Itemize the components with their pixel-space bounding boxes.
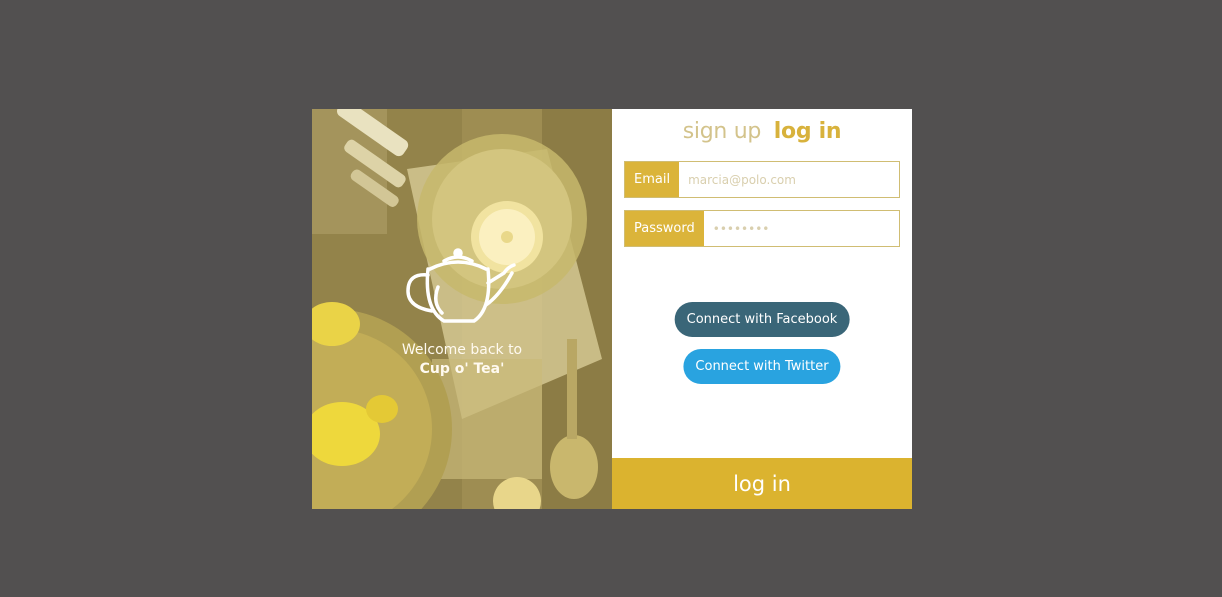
email-input[interactable]	[679, 162, 899, 197]
welcome-line: Welcome back to	[401, 342, 523, 358]
password-label: Password	[625, 211, 704, 246]
password-input[interactable]	[703, 211, 899, 246]
log-in-button[interactable]: log in	[612, 458, 912, 509]
connect-twitter-button[interactable]: Connect with Twitter	[683, 349, 841, 384]
tea-photo-panel: Welcome back to Cup o' Tea'	[312, 109, 612, 509]
tab-log-in[interactable]: log in	[774, 119, 842, 144]
welcome-message: Welcome back to Cup o' Tea'	[312, 341, 612, 379]
teapot-icon	[406, 248, 516, 323]
email-label: Email	[625, 162, 680, 197]
connect-facebook-button[interactable]: Connect with Facebook	[674, 302, 850, 337]
password-field: Password	[624, 210, 900, 247]
auth-tabs: sign up log in	[612, 119, 912, 144]
login-modal: Welcome back to Cup o' Tea' sign up log …	[312, 109, 912, 509]
brand-name: Cup o' Tea'	[419, 361, 505, 377]
tab-sign-up[interactable]: sign up	[683, 119, 762, 144]
email-field: Email	[624, 161, 900, 198]
login-form-panel: sign up log in Email Password Connect wi…	[612, 109, 912, 509]
